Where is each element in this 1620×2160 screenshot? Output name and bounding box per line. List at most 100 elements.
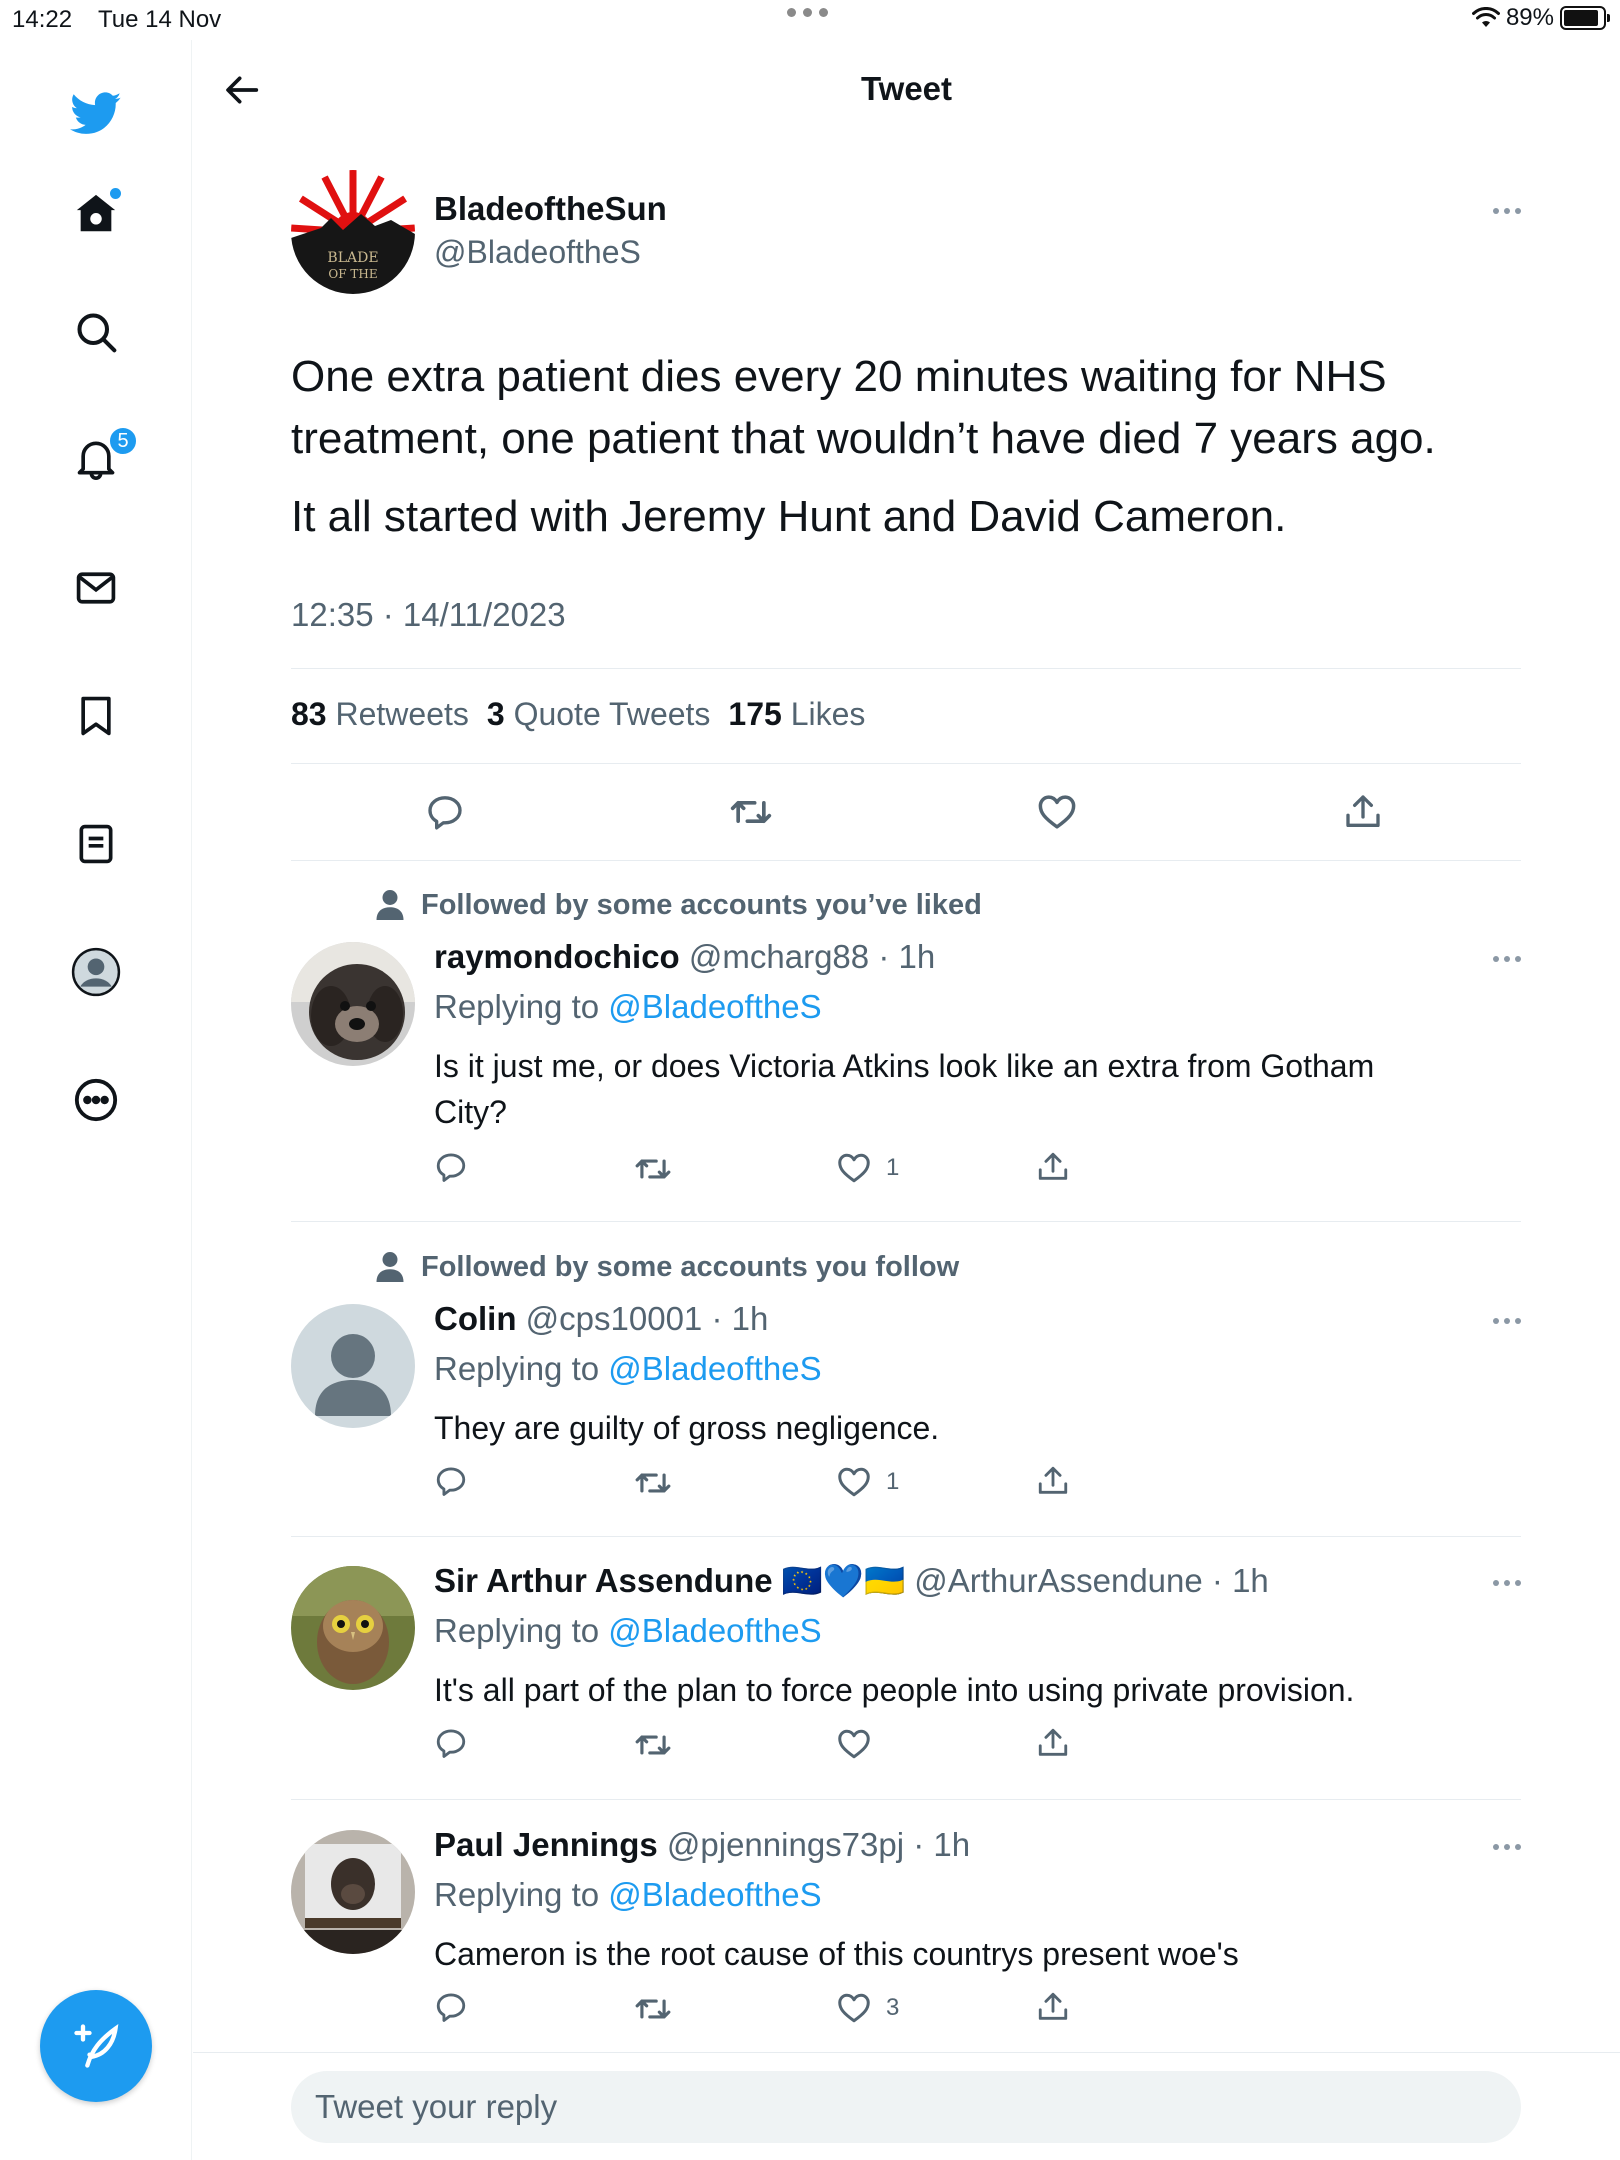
- replying-to-link[interactable]: @BladeoftheS: [608, 1876, 821, 1913]
- reply-time[interactable]: · 1h: [913, 1826, 970, 1863]
- lists-icon[interactable]: [70, 818, 122, 870]
- like-icon: [838, 1153, 870, 1183]
- avatar[interactable]: [291, 1566, 415, 1690]
- reply-button[interactable]: [434, 1150, 468, 1184]
- avatar[interactable]: [291, 1304, 415, 1428]
- reply-tweet[interactable]: Followed by some accounts you follow Col…: [291, 1250, 1521, 1534]
- like-button[interactable]: [1029, 784, 1085, 840]
- share-button[interactable]: [1036, 1464, 1070, 1498]
- retweet-icon: [635, 1473, 671, 1493]
- reply-button[interactable]: [417, 784, 473, 840]
- retweet-icon: [635, 1159, 671, 1179]
- mail-icon[interactable]: [70, 562, 122, 614]
- retweet-button[interactable]: [634, 1990, 672, 2028]
- like-button[interactable]: 1: [836, 1464, 899, 1500]
- reply-author-handle[interactable]: @pjennings73pj: [667, 1826, 904, 1863]
- replying-to: Replying to @BladeoftheS: [434, 1876, 822, 1913]
- share-icon: [1038, 1152, 1068, 1180]
- reply-icon: [436, 1993, 466, 2022]
- retweet-button[interactable]: [723, 784, 779, 840]
- like-button[interactable]: 1: [836, 1150, 899, 1186]
- reply-actions: 1: [434, 1464, 1084, 1504]
- avatar[interactable]: [291, 942, 415, 1066]
- share-button[interactable]: [1036, 1990, 1070, 2024]
- author-handle[interactable]: @BladeoftheS: [434, 234, 641, 271]
- battery-percent: 89%: [1505, 4, 1554, 31]
- like-icon: [1038, 795, 1076, 829]
- retweets-stat[interactable]: 83 Retweets: [291, 696, 469, 733]
- search-icon[interactable]: [70, 306, 122, 358]
- bell-icon[interactable]: 5: [70, 426, 138, 484]
- reply-actions: [434, 1726, 1084, 1766]
- tweet-timestamp[interactable]: 12:35 · 14/11/2023: [291, 596, 566, 634]
- reply-author-handle[interactable]: @mcharg88: [689, 938, 869, 975]
- reply-actions: 3: [434, 1990, 1084, 2030]
- tweet-paragraph: One extra patient dies every 20 minutes …: [291, 352, 1436, 463]
- profile-icon[interactable]: [70, 946, 122, 998]
- divider: [291, 1536, 1521, 1537]
- twitter-bird-icon[interactable]: [70, 88, 122, 140]
- replying-to-link[interactable]: @BladeoftheS: [608, 1350, 821, 1387]
- retweet-button[interactable]: [634, 1150, 672, 1188]
- retweet-button[interactable]: [634, 1464, 672, 1502]
- share-icon: [1038, 1466, 1068, 1494]
- retweet-icon: [730, 801, 772, 823]
- divider: [291, 668, 1521, 669]
- reply-author-name[interactable]: Colin: [434, 1300, 516, 1337]
- reply-time[interactable]: · 1h: [878, 938, 935, 975]
- replying-to-link[interactable]: @BladeoftheS: [608, 1612, 821, 1649]
- like-button[interactable]: [836, 1726, 886, 1762]
- home-icon[interactable]: [70, 188, 122, 240]
- reply-author-handle[interactable]: @cps10001: [526, 1300, 703, 1337]
- reply-author-handle[interactable]: @ArthurAssendune: [914, 1562, 1203, 1599]
- replying-to-link[interactable]: @BladeoftheS: [608, 988, 821, 1025]
- divider: [291, 860, 1521, 861]
- divider: [291, 1221, 1521, 1222]
- quote-tweets-stat[interactable]: 3 Quote Tweets: [487, 696, 711, 733]
- avatar[interactable]: BLADE OF THE: [291, 170, 415, 294]
- compose-button[interactable]: [40, 1990, 152, 2102]
- like-count: 1: [886, 1468, 900, 1495]
- reply-input[interactable]: [291, 2071, 1521, 2143]
- like-button[interactable]: 3: [836, 1990, 899, 2026]
- social-context: Followed by some accounts you’ve liked: [375, 888, 982, 922]
- reply-button[interactable]: [434, 1990, 468, 2024]
- avatar[interactable]: [291, 1830, 415, 1954]
- like-count: 1: [886, 1154, 900, 1181]
- reply-composer: [193, 2052, 1620, 2160]
- reply-actions: 1: [434, 1150, 1084, 1190]
- retweet-button[interactable]: [634, 1726, 672, 1764]
- more-circle-icon[interactable]: [70, 1074, 122, 1126]
- more-icon[interactable]: [1493, 1580, 1521, 1586]
- like-icon: [838, 1729, 870, 1759]
- tweet-paragraph: It all started with Jeremy Hunt and Davi…: [291, 492, 1287, 541]
- author-name[interactable]: BladeoftheSun: [434, 190, 667, 228]
- more-icon[interactable]: [1493, 1844, 1521, 1850]
- reply-tweet[interactable]: Paul Jennings @pjennings73pj · 1h Replyi…: [291, 1826, 1521, 2046]
- bookmark-icon[interactable]: [70, 690, 122, 742]
- divider: [291, 763, 1521, 764]
- share-button[interactable]: [1335, 784, 1391, 840]
- share-button[interactable]: [1036, 1726, 1070, 1760]
- reply-author-name[interactable]: Paul Jennings: [434, 1826, 658, 1863]
- status-time: 14:22: [12, 6, 73, 33]
- more-icon[interactable]: [1493, 956, 1521, 962]
- more-icon[interactable]: [1493, 1318, 1521, 1324]
- reply-tweet[interactable]: Sir Arthur Assendune 🇪🇺💙🇺🇦 @ArthurAssend…: [291, 1562, 1521, 1792]
- reply-time[interactable]: · 1h: [1212, 1562, 1269, 1599]
- share-button[interactable]: [1036, 1150, 1070, 1184]
- reply-tweet[interactable]: Followed by some accounts you’ve liked r…: [291, 888, 1521, 1218]
- likes-stat[interactable]: 175 Likes: [728, 696, 865, 733]
- reply-time[interactable]: · 1h: [711, 1300, 768, 1337]
- reply-icon: [436, 1467, 466, 1496]
- more-icon[interactable]: [1493, 208, 1521, 214]
- reply-icon: [436, 1729, 466, 1758]
- reply-button[interactable]: [434, 1726, 468, 1760]
- svg-text:BLADE: BLADE: [327, 250, 378, 266]
- person-icon: [376, 1252, 404, 1282]
- reply-button[interactable]: [434, 1464, 468, 1498]
- reply-author-name[interactable]: Sir Arthur Assendune: [434, 1562, 773, 1599]
- reply-author-name[interactable]: raymondochico: [434, 938, 680, 975]
- multitasking-dots[interactable]: [787, 8, 828, 17]
- sidebar: 5: [0, 40, 192, 2160]
